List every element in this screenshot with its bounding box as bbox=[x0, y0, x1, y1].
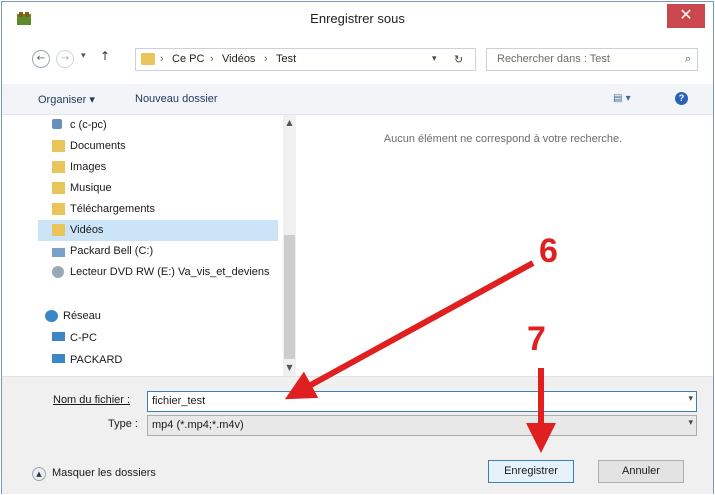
search-icon[interactable]: ⌕ bbox=[685, 52, 691, 66]
step6-label: 6 bbox=[539, 232, 558, 270]
documents-folder-icon bbox=[52, 140, 65, 152]
sidebar-item-videos[interactable]: Vidéos bbox=[38, 220, 278, 241]
cancel-button[interactable]: Annuler bbox=[598, 460, 684, 483]
scroll-up-icon[interactable]: ▲ bbox=[283, 118, 296, 127]
save-options-panel: Nom du fichier : fichier_test ▾ Type : m… bbox=[2, 376, 713, 494]
sidebar-item-label: C-PC bbox=[70, 332, 97, 344]
address-bar[interactable]: › Ce PC › Vidéos › Test ▾ ↻ bbox=[135, 48, 476, 71]
downloads-folder-icon bbox=[52, 203, 65, 215]
organize-menu[interactable]: Organiser ▾ bbox=[38, 93, 95, 106]
breadcrumb-separator: › bbox=[264, 53, 268, 65]
step7-label: 7 bbox=[527, 320, 546, 358]
sidebar-item-telechargements[interactable]: Téléchargements bbox=[38, 199, 278, 220]
sidebar-item-images[interactable]: Images bbox=[38, 157, 278, 178]
refresh-icon[interactable]: ↻ bbox=[454, 53, 463, 66]
sidebar-item-label: Images bbox=[70, 161, 107, 173]
save-button[interactable]: Enregistrer bbox=[488, 460, 574, 483]
forward-arrow-icon: → bbox=[60, 53, 70, 64]
file-type-value: mp4 (*.mp4;*.m4v) bbox=[152, 419, 244, 431]
sidebar-item-dvd-drive[interactable]: Lecteur DVD RW (E:) Va_vis_et_deviens bbox=[38, 262, 278, 283]
folder-icon bbox=[141, 53, 155, 65]
type-label: Type : bbox=[108, 418, 138, 430]
new-folder-button[interactable]: Nouveau dossier bbox=[135, 93, 218, 105]
back-button[interactable]: ← bbox=[32, 50, 50, 68]
up-arrow-icon: ↑ bbox=[100, 49, 111, 63]
navigation-bar: ← → ▾ ↑ › Ce PC › Vidéos › Test ▾ ↻ Rech… bbox=[2, 38, 713, 78]
scroll-down-icon[interactable]: ▼ bbox=[283, 363, 296, 372]
back-arrow-icon: ← bbox=[36, 53, 46, 64]
search-placeholder: Rechercher dans : Test bbox=[497, 53, 610, 65]
hide-folders-label: Masquer les dossiers bbox=[52, 467, 156, 479]
up-button[interactable]: ↑ bbox=[100, 49, 110, 63]
sidebar-item-label: Téléchargements bbox=[70, 203, 155, 215]
save-as-dialog: Enregistrer sous ✕ ← → ▾ ↑ › Ce PC › Vid… bbox=[1, 1, 714, 494]
sidebar-item-packard-bell-c[interactable]: Packard Bell (C:) bbox=[38, 241, 278, 262]
hard-drive-icon bbox=[52, 248, 65, 257]
title-bar: Enregistrer sous ✕ bbox=[2, 2, 713, 36]
sidebar-item-c-pc-computer[interactable]: C-PC bbox=[38, 328, 278, 349]
chevron-down-icon: ▾ bbox=[81, 51, 86, 61]
network-icon bbox=[45, 310, 58, 322]
breadcrumb-videos[interactable]: Vidéos bbox=[222, 53, 255, 65]
address-dropdown-icon[interactable]: ▾ bbox=[432, 54, 437, 64]
window-title: Enregistrer sous bbox=[310, 11, 405, 26]
sidebar-item-label: Musique bbox=[70, 182, 112, 194]
sidebar-item-label: Documents bbox=[70, 140, 126, 152]
sidebar-item-label: PACKARD bbox=[70, 354, 123, 366]
close-icon: ✕ bbox=[679, 5, 693, 24]
sidebar-item-c-pc[interactable]: c (c-pc) bbox=[38, 115, 278, 136]
breadcrumb-test[interactable]: Test bbox=[276, 53, 296, 65]
forward-button[interactable]: → bbox=[56, 50, 74, 68]
images-folder-icon bbox=[52, 161, 65, 173]
close-button[interactable]: ✕ bbox=[667, 4, 705, 28]
dvd-drive-icon bbox=[52, 266, 64, 278]
collapse-icon: ▲ bbox=[32, 467, 46, 481]
sidebar-item-documents[interactable]: Documents bbox=[38, 136, 278, 157]
empty-results-message: Aucun élément ne correspond à votre rech… bbox=[383, 133, 623, 145]
search-box[interactable]: Rechercher dans : Test ⌕ bbox=[486, 48, 698, 71]
navigation-pane: c (c-pc) Documents Images Musique Téléch… bbox=[38, 115, 296, 376]
scrollbar-thumb[interactable] bbox=[284, 235, 295, 359]
computer-icon bbox=[52, 354, 65, 363]
breadcrumb-separator: › bbox=[210, 53, 214, 65]
file-type-select[interactable]: mp4 (*.mp4;*.m4v) ▾ bbox=[147, 415, 697, 436]
sidebar-item-packard[interactable]: PACKARD bbox=[38, 350, 278, 371]
breadcrumb-separator: › bbox=[160, 53, 164, 65]
sidebar-item-label: c (c-pc) bbox=[70, 119, 107, 131]
network-drive-icon bbox=[52, 119, 62, 129]
sidebar-item-reseau[interactable]: Réseau bbox=[31, 306, 271, 327]
filename-input[interactable]: fichier_test ▾ bbox=[147, 391, 697, 412]
command-bar: Organiser ▾ Nouveau dossier ▤ ▾ ? bbox=[2, 84, 713, 115]
sidebar-item-label: Lecteur DVD RW (E:) Va_vis_et_deviens bbox=[70, 266, 270, 278]
recent-locations-button[interactable]: ▾ bbox=[81, 51, 86, 61]
breadcrumb-ce-pc[interactable]: Ce PC bbox=[172, 53, 204, 65]
filename-label: Nom du fichier : bbox=[53, 394, 131, 406]
help-icon[interactable]: ? bbox=[675, 92, 688, 105]
file-list-pane[interactable]: Aucun élément ne correspond à votre rech… bbox=[298, 115, 713, 376]
sidebar-item-musique[interactable]: Musique bbox=[38, 178, 278, 199]
sidebar-item-label: Réseau bbox=[63, 310, 101, 322]
music-folder-icon bbox=[52, 182, 65, 194]
computer-icon bbox=[52, 332, 65, 341]
sidebar-item-label: Vidéos bbox=[70, 224, 104, 236]
view-options-icon[interactable]: ▤ ▾ bbox=[613, 93, 631, 104]
videos-folder-icon bbox=[52, 224, 65, 236]
chevron-down-icon: ▾ bbox=[688, 418, 693, 428]
sidebar-scrollbar[interactable]: ▲ ▼ bbox=[283, 115, 296, 376]
chevron-down-icon[interactable]: ▾ bbox=[688, 394, 693, 404]
sidebar-item-label: Packard Bell (C:) bbox=[70, 245, 154, 257]
filename-value: fichier_test bbox=[152, 395, 206, 407]
